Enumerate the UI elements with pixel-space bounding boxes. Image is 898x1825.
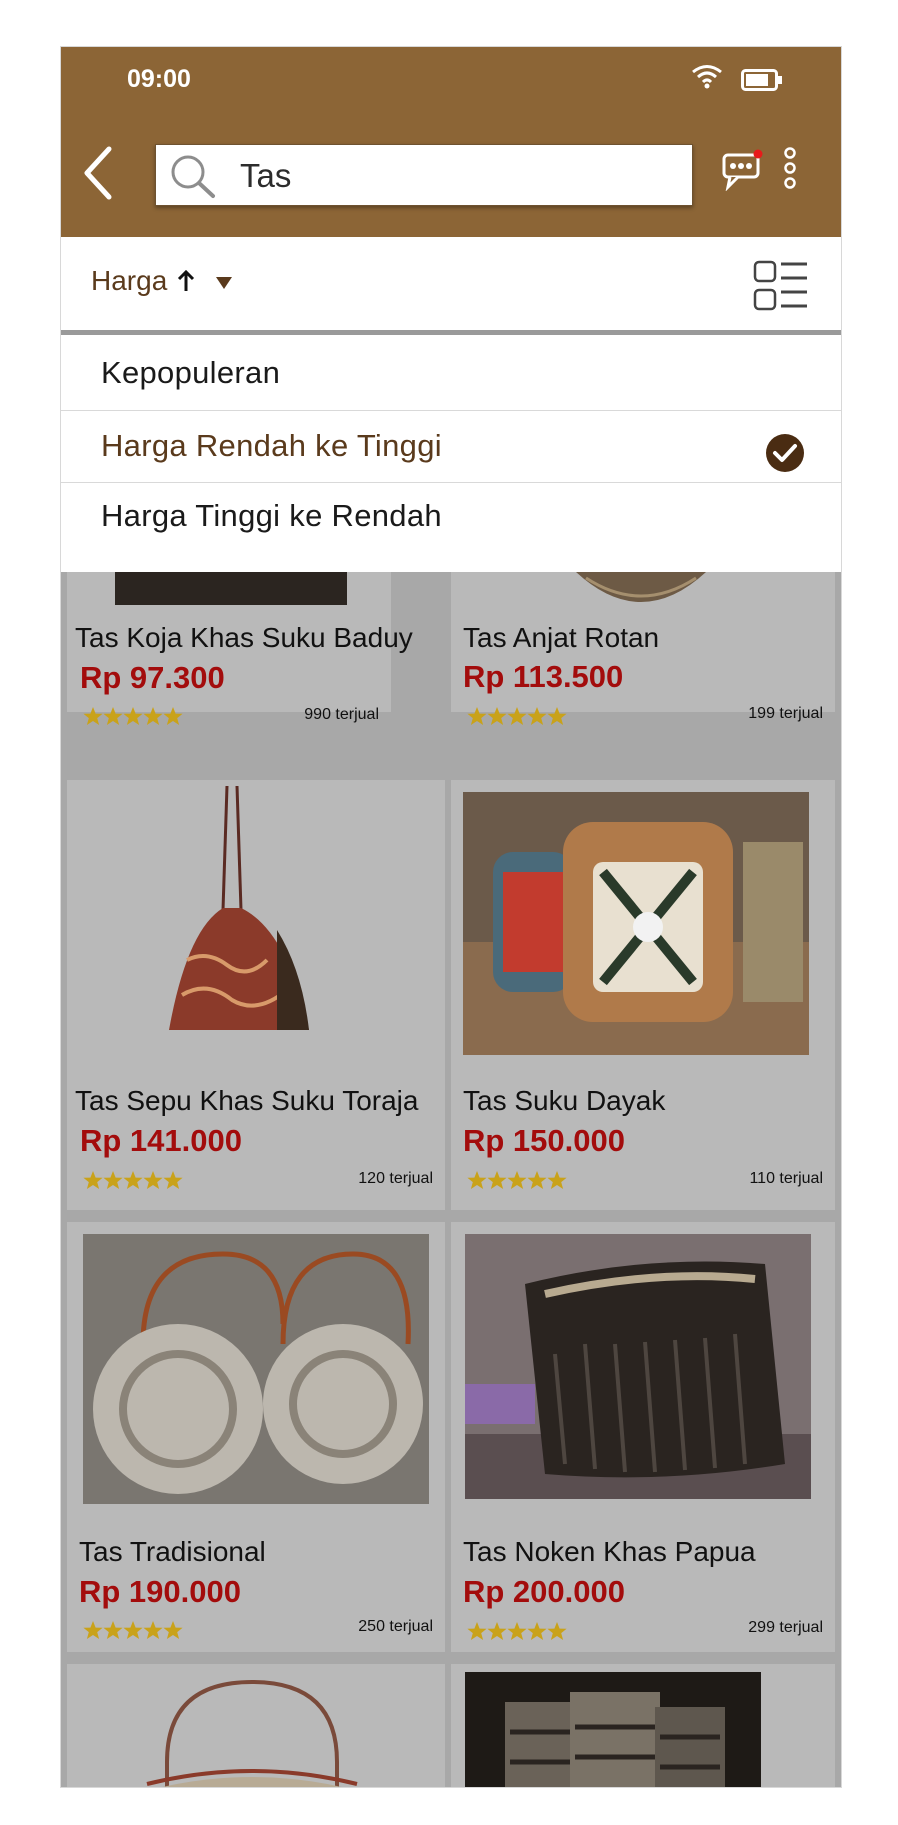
product-name: Tas Koja Khas Suku Baduy [75,622,413,653]
sort-option-price-low-high[interactable]: Harga Rendah ke Tinggi [61,410,841,483]
product-image [465,1672,761,1787]
product-name: Tas Suku Dayak [463,1085,666,1116]
sort-option-price-high-low[interactable]: Harga Tinggi ke Rendah [61,482,841,572]
app-header: 09:00 Tas [61,47,841,237]
product-image [463,792,809,1055]
product-card[interactable]: Tas Suku Dayak Rp 150.000 110 terjual [451,780,835,1210]
product-image [115,572,347,605]
star-rating-icon [467,1622,567,1640]
search-query: Tas [240,157,292,194]
product-name: Tas Noken Khas Papua [463,1536,756,1567]
sort-option-label: Harga Rendah ke Tinggi [101,428,442,463]
chat-bubble-icon[interactable] [722,149,764,191]
star-rating-icon [467,1171,567,1189]
product-image [146,1679,358,1787]
phone-screen: 09:00 Tas Harga Kepopuleran Harga Rendah… [60,46,842,1788]
product-price: Rp 97.300 [80,660,225,695]
sort-dropdown-menu: Kepopuleran Harga Rendah ke Tinggi Harga… [61,335,841,572]
product-image [465,1234,811,1499]
sort-dropdown-label[interactable]: Harga [91,265,167,297]
product-image [576,572,706,602]
product-card[interactable] [67,1664,445,1787]
star-rating-icon [83,1171,183,1189]
battery-icon [741,69,782,91]
sort-option-label: Harga Tinggi ke Rendah [101,498,442,533]
search-icon [171,155,215,198]
search-input[interactable]: Tas [155,144,693,206]
product-price: Rp 150.000 [463,1123,625,1158]
product-card[interactable]: Tas Noken Khas Papua Rp 200.000 299 terj… [451,1222,835,1652]
product-sold-count: 250 terjual [358,1618,433,1635]
product-sold-count: 299 terjual [748,1619,823,1636]
product-card[interactable]: Tas Anjat Rotan Rp 113.500 199 terjual [451,572,835,725]
product-image [169,785,309,1030]
product-price: Rp 113.500 [463,659,624,694]
product-sold-count: 199 terjual [748,705,823,722]
arrow-up-icon [177,269,195,291]
product-sold-count: 990 terjual [304,706,379,723]
product-sold-count: 120 terjual [358,1170,433,1187]
product-name: Tas Sepu Khas Suku Toraja [75,1085,419,1116]
check-circle-icon [766,434,804,472]
product-price: Rp 200.000 [463,1574,625,1609]
product-card[interactable]: Tas Sepu Khas Suku Toraja Rp 141.000 120… [67,780,445,1210]
product-price: Rp 190.000 [79,1574,241,1609]
sort-option-label: Kepopuleran [101,355,281,390]
more-vertical-icon[interactable] [782,147,798,191]
product-card[interactable]: Tas Tradisional Rp 190.000 250 terjual [67,1222,445,1652]
product-image [83,1234,429,1504]
product-name: Tas Anjat Rotan [463,622,660,653]
wifi-icon [692,65,722,89]
product-name: Tas Tradisional [79,1536,266,1567]
star-rating-icon [83,1621,183,1639]
product-card[interactable]: Tas Koja Khas Suku Baduy Rp 97.300 990 t… [67,572,413,725]
product-price: Rp 141.000 [80,1123,242,1158]
caret-down-icon[interactable] [214,275,234,291]
back-chevron-icon[interactable] [79,143,119,203]
star-rating-icon [467,707,567,725]
sort-option-popularity[interactable]: Kepopuleran [61,335,841,411]
product-sold-count: 110 terjual [749,1170,823,1187]
status-time: 09:00 [127,65,191,93]
product-card[interactable] [451,1664,835,1787]
star-rating-icon [83,707,183,725]
list-view-icon[interactable] [753,259,809,313]
sort-bar: Harga [61,237,841,335]
